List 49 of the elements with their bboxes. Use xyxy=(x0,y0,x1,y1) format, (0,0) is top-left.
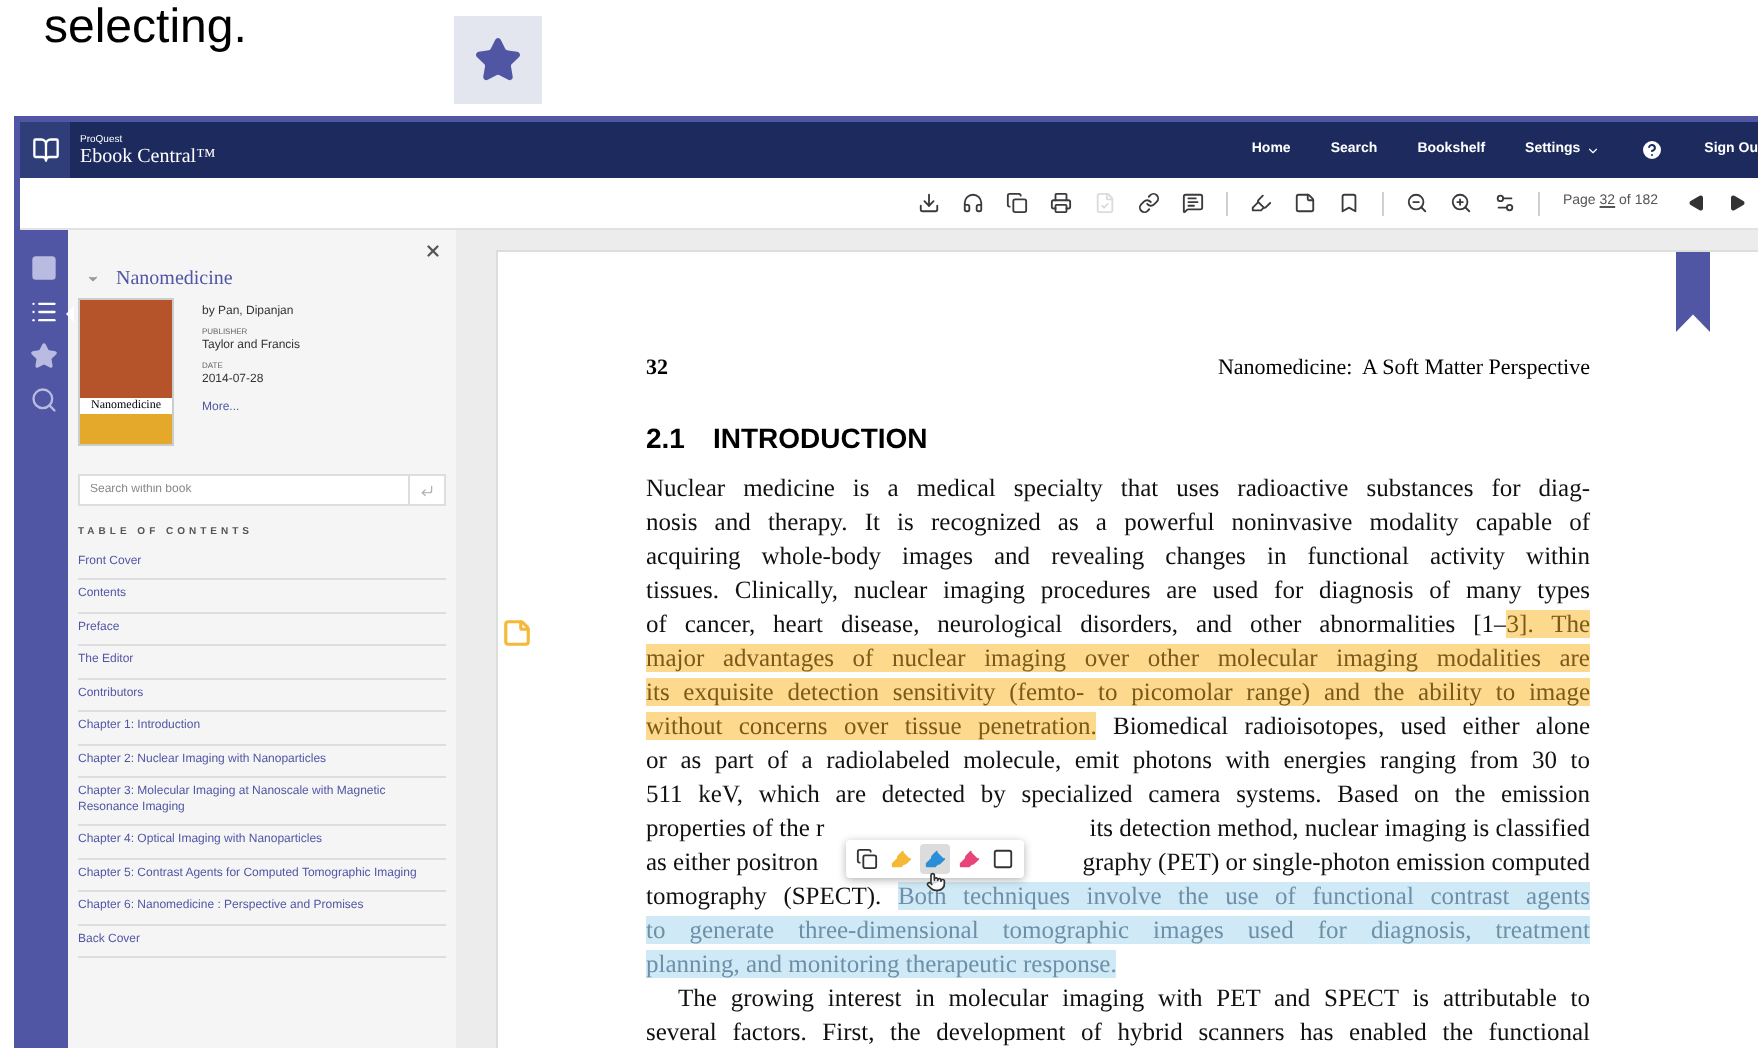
intro-text: selecting. xyxy=(44,4,247,52)
bookmarks-icon[interactable] xyxy=(30,342,58,370)
copy-button[interactable] xyxy=(852,844,882,874)
text-line: The growing interest in molecular imaging with PET and SPECT is attributable to xyxy=(676,981,1590,1015)
comment-icon[interactable] xyxy=(1182,192,1205,214)
copy-icon[interactable] xyxy=(1006,192,1029,214)
text-line: properties of the r xyxy=(646,811,825,845)
bookmark-icon[interactable] xyxy=(1338,192,1361,214)
text-line: acquiring whole-body images and revealing changes in functional activity within xyxy=(646,539,1590,573)
text-line: tomography (SPECT). Both techniques involve the use of functional contrast agents xyxy=(646,879,1590,913)
zoom-in-icon[interactable] xyxy=(1450,192,1473,214)
note-marker-icon[interactable] xyxy=(502,618,532,648)
text-line: Nuclear medicine is a medical specialty that uses radioactive substances for diag- xyxy=(646,471,1590,505)
pages-icon[interactable] xyxy=(30,254,58,282)
download-icon[interactable] xyxy=(918,192,941,214)
text-line: of cancer, heart disease, neurological disorders, and other abnormalities [1–3]. The xyxy=(646,607,1590,641)
highlight-button[interactable] xyxy=(920,844,950,874)
note-button[interactable] xyxy=(988,844,1018,874)
text-line: 511 keV, which are detected by specialized camera systems. Based on the emission xyxy=(646,777,1590,811)
fit-icon[interactable] xyxy=(1494,192,1517,214)
enter-icon xyxy=(420,483,434,497)
page-number: 32 xyxy=(646,354,668,384)
book-title[interactable]: Nanomedicine xyxy=(116,264,233,294)
help-icon[interactable] xyxy=(1640,138,1665,162)
dropdown-caret-icon[interactable] xyxy=(1586,143,1601,157)
close-icon[interactable] xyxy=(424,242,442,260)
highlight-icon[interactable] xyxy=(1250,192,1273,214)
previous-page-icon[interactable] xyxy=(1688,194,1706,212)
text-line: or as part of a radiolabeled molecule, emit photons with energies ranging from 30 to xyxy=(646,743,1590,777)
text-line: as either positron xyxy=(646,845,819,879)
text-line: several factors. First, the development of hybrid scanners has enabled the functional xyxy=(646,1015,1590,1048)
section-heading: INTRODUCTION xyxy=(712,421,928,455)
zoom-out-icon[interactable] xyxy=(1406,192,1429,214)
section-number: 2.1 xyxy=(646,421,685,455)
running-head: Nanomedicine: A Soft Matter Perspective xyxy=(1217,354,1590,384)
text-line: its detection method, nuclear imaging is classified xyxy=(1089,811,1590,845)
text-line: tissues. Clinically, nuclear imaging procedures are used for diagnosis of many types xyxy=(646,573,1590,607)
audio-icon[interactable] xyxy=(962,192,985,214)
search-icon[interactable] xyxy=(30,386,58,414)
brand-text: Ebook Central™ xyxy=(80,145,216,167)
note-icon[interactable] xyxy=(1294,192,1317,214)
collapse-icon[interactable] xyxy=(86,272,100,286)
link-icon[interactable] xyxy=(1138,192,1161,214)
contents-icon[interactable] xyxy=(30,298,58,326)
text-line: without concerns over tissue penetration. Biomedical radioisotopes, used either alone xyxy=(646,709,1590,743)
text-line: nosis and therapy. It is recognized as a powerful noninvasive modality capable of xyxy=(646,505,1590,539)
next-page-icon[interactable] xyxy=(1728,194,1746,212)
text-line: graphy (PET) or single-photon emission computed xyxy=(1082,845,1590,879)
print-icon[interactable] xyxy=(1050,192,1073,214)
